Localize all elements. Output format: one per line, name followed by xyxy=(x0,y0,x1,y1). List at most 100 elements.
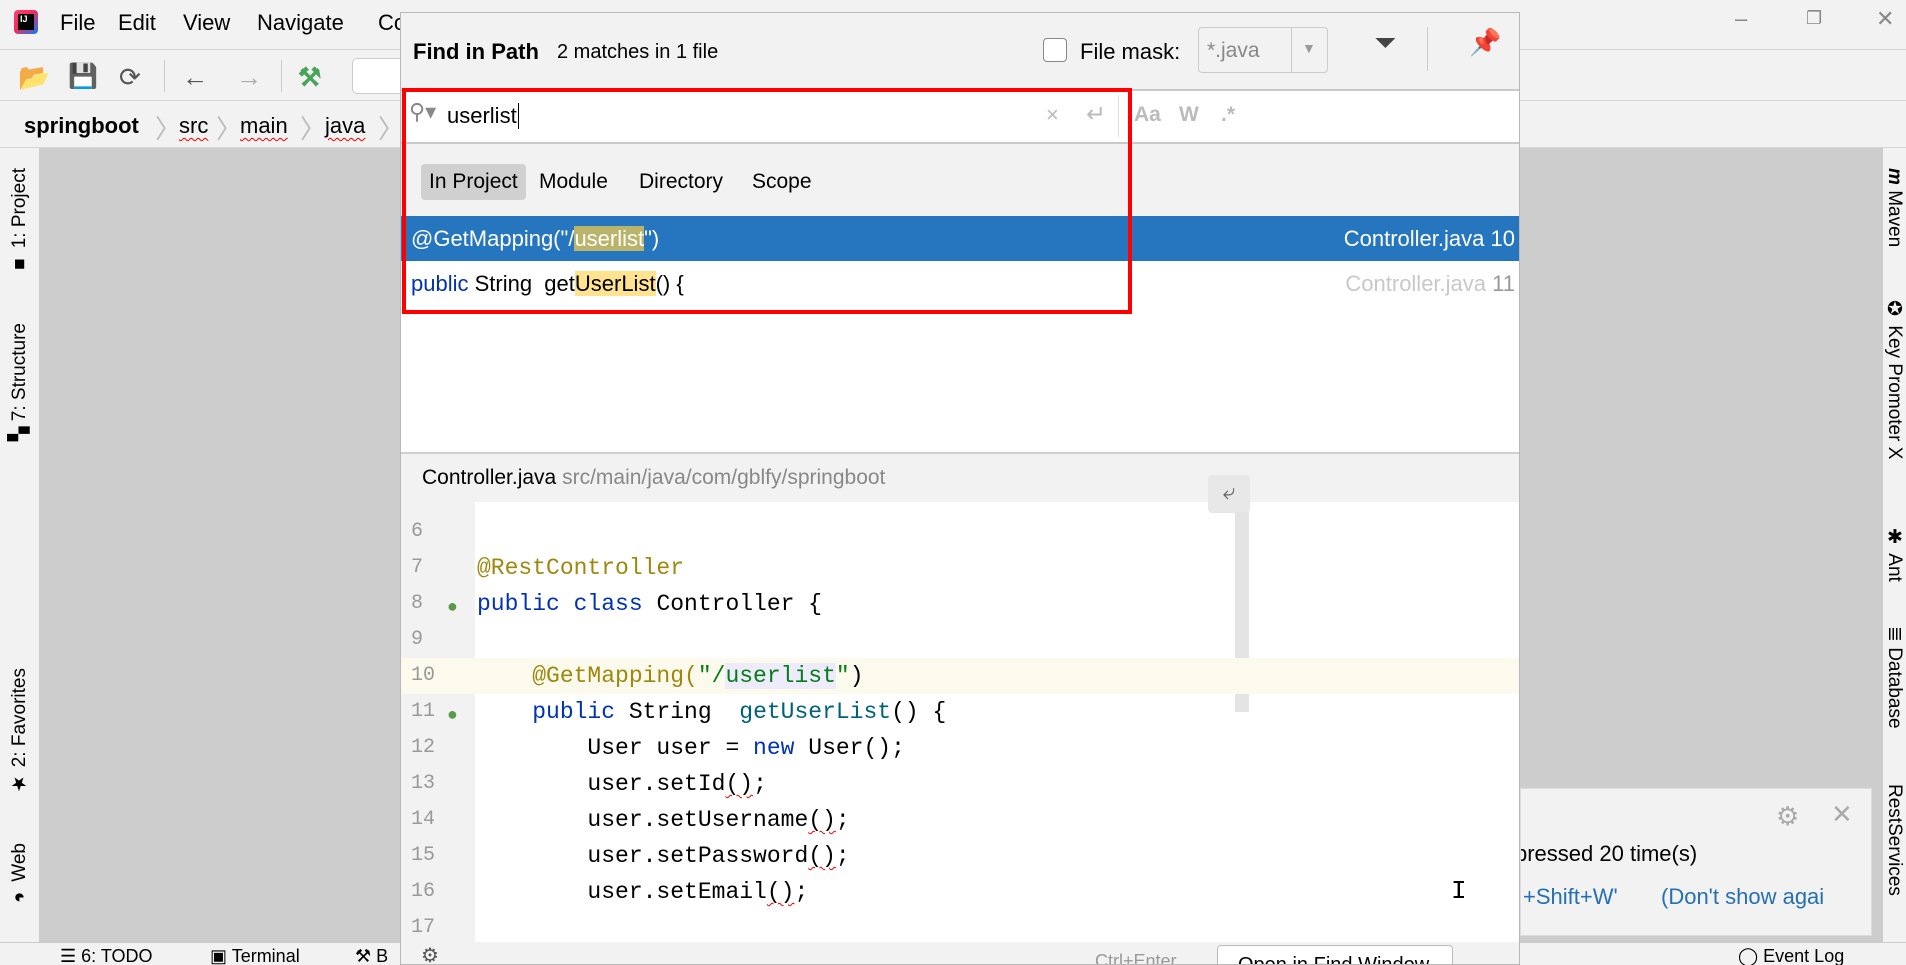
menu-navigate[interactable]: Navigate xyxy=(257,10,344,36)
crumb-src[interactable]: src xyxy=(179,113,208,139)
tool-database[interactable]: ≣ Database xyxy=(1883,626,1905,729)
spring-bean-icon[interactable]: ● xyxy=(447,590,458,626)
scope-row: In Project Module Directory Scope xyxy=(401,144,1519,216)
save-icon[interactable]: 💾 xyxy=(68,62,98,91)
filter-icon[interactable]: ⏷ xyxy=(1374,27,1396,60)
code-text: ; xyxy=(794,879,809,905)
tool-project[interactable]: ■ 1: Project xyxy=(9,168,31,275)
scope-in-project[interactable]: In Project xyxy=(421,164,526,200)
forward-arrow-icon[interactable]: → xyxy=(236,62,262,93)
file-mask-label: File mask: xyxy=(1080,39,1181,64)
file-mask-select[interactable]: *.java ▼ xyxy=(1198,27,1328,73)
close-window-button[interactable]: ✕ xyxy=(1876,6,1894,32)
code-error: () xyxy=(808,807,836,833)
line-number: 10 xyxy=(411,658,443,694)
tool-maven[interactable]: m Maven xyxy=(1883,168,1905,247)
line-number: 15 xyxy=(411,844,436,867)
tool-ant[interactable]: ✱ Ant xyxy=(1883,526,1905,582)
chevron-right-icon: 〉 xyxy=(216,114,243,144)
tool-project-label: 1: Project xyxy=(9,168,30,249)
tool-structure-label: 7: Structure xyxy=(9,323,30,422)
tool-key-promoter[interactable]: ✪ Key Promoter X xyxy=(1883,298,1905,459)
code-text: () { xyxy=(891,699,947,725)
tool-key-promoter-label: Key Promoter X xyxy=(1884,325,1905,460)
minimize-button[interactable]: – xyxy=(1735,6,1747,32)
dont-show-again-link[interactable]: (Don't show agai xyxy=(1661,884,1824,910)
todo-tab[interactable]: ☰ 6: TODO xyxy=(60,946,153,965)
code-error: () xyxy=(766,879,795,905)
divider xyxy=(164,60,165,92)
menu-file[interactable]: File xyxy=(60,10,95,36)
words-toggle[interactable]: W xyxy=(1179,103,1199,127)
preview-header: Controller.java src/main/java/com/gblfy/… xyxy=(401,452,1519,502)
newline-icon[interactable]: ↵ xyxy=(1086,100,1106,129)
file-mask-checkbox[interactable] xyxy=(1043,38,1067,62)
find-in-path-dialog: Find in Path 2 matches in 1 file File ma… xyxy=(400,12,1520,965)
scope-scope[interactable]: Scope xyxy=(744,164,820,200)
regex-toggle[interactable]: .* xyxy=(1221,103,1235,127)
match-highlight: UserList xyxy=(574,271,656,296)
preview-path: src/main/java/com/gblfy/springboot xyxy=(562,466,886,489)
tool-web[interactable]: ◕ Web xyxy=(9,843,31,908)
terminal-tab[interactable]: ▣ Terminal xyxy=(210,946,300,965)
crumb-main[interactable]: main xyxy=(240,113,288,139)
code-keyword: new xyxy=(753,735,795,761)
match-case-toggle[interactable]: Aa xyxy=(1134,103,1161,127)
file-mask-value: *.java xyxy=(1207,39,1260,62)
dialog-header[interactable]: Find in Path 2 matches in 1 file File ma… xyxy=(401,13,1519,89)
result-text: String get xyxy=(468,271,575,296)
soft-wrap-icon[interactable]: ⤶ xyxy=(1208,475,1250,513)
code-preview[interactable]: ⤶ 6 7 @RestController 8 ● public class Cont… xyxy=(401,475,1519,942)
event-log-tab[interactable]: ◯ Event Log xyxy=(1738,946,1844,965)
back-arrow-icon[interactable]: ← xyxy=(182,62,208,93)
clear-icon[interactable]: × xyxy=(1046,102,1059,128)
settings-gear-icon[interactable]: ⚙ xyxy=(421,943,439,964)
result-text: () { xyxy=(655,271,684,296)
tool-structure[interactable]: ▚ 7: Structure xyxy=(9,323,31,441)
build-hammer-icon[interactable]: ⚒ xyxy=(298,62,321,93)
crumb-project[interactable]: springboot xyxy=(24,113,139,139)
code-line: @RestController xyxy=(477,555,685,581)
menu-view[interactable]: View xyxy=(183,10,230,36)
restore-button[interactable]: ❐ xyxy=(1806,8,1822,29)
scope-directory[interactable]: Directory xyxy=(631,164,731,200)
code-annotation: @GetMapping( xyxy=(477,663,698,689)
pin-icon[interactable]: 📌 xyxy=(1469,27,1501,58)
result-file: Controller.java xyxy=(1343,226,1485,251)
gear-icon[interactable]: ⚙ xyxy=(1776,801,1799,832)
result-row[interactable]: @GetMapping("/userlist") Controller.java … xyxy=(401,216,1519,261)
menu-edit[interactable]: Edit xyxy=(118,10,156,36)
code-string: "/ xyxy=(697,663,726,689)
sync-icon[interactable]: ⟳ xyxy=(119,62,141,93)
result-keyword: public xyxy=(411,271,469,296)
event-log-label: Event Log xyxy=(1763,946,1845,965)
open-in-find-window-button[interactable]: Open in Find Window xyxy=(1217,945,1453,964)
build-label: B xyxy=(376,946,389,965)
tool-restservices[interactable]: RestServices xyxy=(1883,784,1905,896)
right-tool-stripe: m Maven ✪ Key Promoter X ✱ Ant ≣ Databas… xyxy=(1882,148,1906,942)
dialog-title: Find in Path xyxy=(413,39,539,64)
tool-favorites-label: 2: Favorites xyxy=(9,668,30,768)
open-folder-icon[interactable]: 📂 xyxy=(18,62,50,93)
search-icon[interactable]: ⚲▾ xyxy=(409,99,436,125)
close-icon[interactable]: ✕ xyxy=(1831,799,1853,830)
line-number: 9 xyxy=(411,628,424,651)
result-row[interactable]: public String getUserList() { Controller.… xyxy=(401,261,1519,306)
spring-web-icon[interactable]: ● xyxy=(447,698,458,734)
scope-module[interactable]: Module xyxy=(531,164,616,200)
line-number: 11 xyxy=(411,700,436,723)
notification-shortcut: +Shift+W' xyxy=(1523,884,1618,909)
code-text: user.setEmail xyxy=(477,879,767,905)
tool-maven-label: Maven xyxy=(1884,190,1905,248)
search-input[interactable]: userlist xyxy=(447,103,519,129)
crumb-java[interactable]: java xyxy=(325,113,365,139)
code-match: userlist xyxy=(725,663,836,689)
line-number: 8 xyxy=(411,592,424,615)
tool-restservices-label: RestServices xyxy=(1884,784,1905,896)
line-number: 6 xyxy=(411,520,424,543)
code-error: () xyxy=(725,771,754,797)
result-file: Controller.java xyxy=(1345,271,1487,296)
build-tab[interactable]: ⚒ B xyxy=(355,946,388,965)
line-number: 7 xyxy=(411,556,424,579)
tool-favorites[interactable]: ★ 2: Favorites xyxy=(9,668,31,795)
